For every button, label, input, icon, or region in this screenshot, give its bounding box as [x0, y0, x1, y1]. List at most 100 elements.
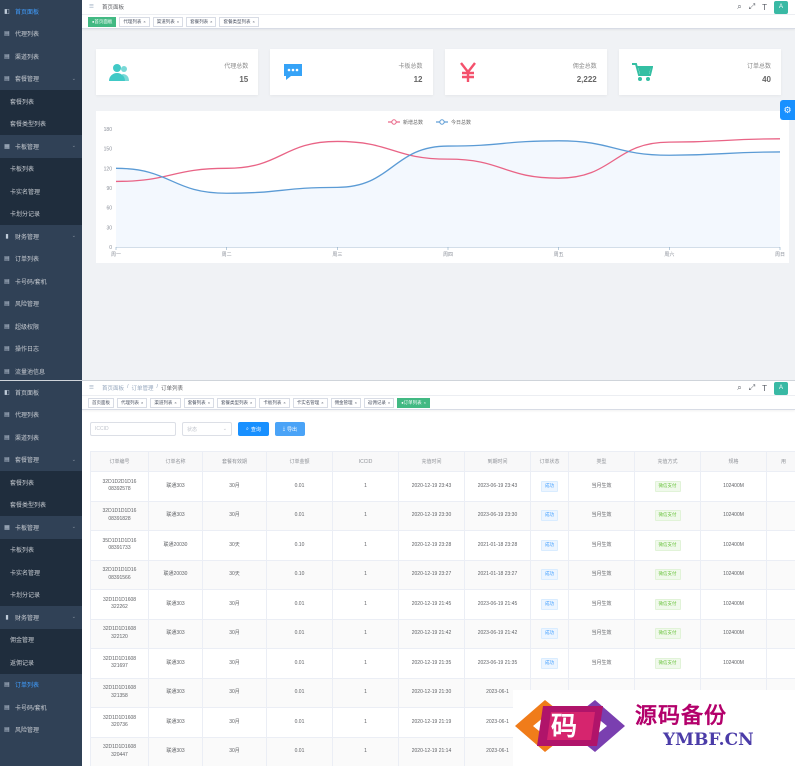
- table-row[interactable]: 35D1D1D1D16 08391733 联通20030 30天 0.10 1 2020-…: [90, 530, 795, 561]
- column-header[interactable]: 规格: [700, 451, 767, 472]
- column-header[interactable]: 套餐有效期: [202, 451, 267, 472]
- tag-view-item[interactable]: 佣金管理 ×: [330, 397, 361, 408]
- sidebar-item-14[interactable]: ▤ 卡号码/套机: [0, 696, 82, 719]
- sidebar-item-7[interactable]: 卡板列表: [0, 157, 82, 180]
- sidebar-item-8[interactable]: 卡实名管理: [0, 561, 82, 584]
- export-button[interactable]: ⤓ 导出: [274, 422, 306, 436]
- tag-view-item[interactable]: 卡实名管理 ×: [292, 397, 328, 408]
- sidebar-item-8[interactable]: 卡实名管理: [0, 180, 82, 203]
- sidebar-item-10[interactable]: ▮ 财务管理 ⌄: [0, 225, 82, 248]
- fullscreen-icon[interactable]: ⤢: [749, 2, 755, 12]
- tag-view-item[interactable]: ● 首页面板: [88, 16, 117, 27]
- tag-view-item[interactable]: 首页面板: [88, 397, 114, 408]
- sidebar-item-11[interactable]: 佣金管理: [0, 628, 82, 651]
- tag-view-item[interactable]: 代理列表 ×: [119, 16, 150, 27]
- table-row[interactable]: 32D1D1D1D16 08391566 联通20030 30天 0.10 1 2020-…: [90, 559, 795, 590]
- close-icon[interactable]: ×: [252, 19, 254, 24]
- sidebar-item-15[interactable]: ▤ 风险管理: [0, 719, 82, 742]
- tag-view-item[interactable]: 套餐列表 ×: [183, 397, 215, 408]
- sidebar-item-0[interactable]: ◧ 首页面板: [0, 381, 82, 404]
- sidebar-item-6[interactable]: ▦ 卡板管理 ⌄: [0, 135, 82, 158]
- sidebar-item-1[interactable]: ▤ 代理列表: [0, 404, 82, 427]
- sidebar-item-13[interactable]: ▤ 订单列表: [0, 674, 82, 697]
- column-header[interactable]: 类型: [568, 451, 635, 472]
- column-header[interactable]: 充值方式: [634, 451, 701, 472]
- close-icon[interactable]: ×: [283, 400, 285, 405]
- close-icon[interactable]: ×: [141, 400, 143, 405]
- tag-view-item[interactable]: 套餐类型列表 ×: [217, 397, 257, 408]
- stat-card[interactable]: 订单总数 40: [618, 49, 781, 95]
- tag-view-item[interactable]: ● 订单列表 ×: [397, 397, 431, 408]
- tag-view-item[interactable]: 代理列表 ×: [117, 397, 148, 408]
- sidebar-item-2[interactable]: ▤ 渠道列表: [0, 45, 82, 68]
- tag-view-item[interactable]: 套餐类型列表 ×: [219, 16, 259, 27]
- sidebar-item-12[interactable]: 返佣记录: [0, 651, 82, 674]
- close-icon[interactable]: ×: [355, 400, 357, 405]
- close-icon[interactable]: ×: [143, 19, 145, 24]
- avatar[interactable]: A: [774, 0, 788, 14]
- breadcrumb-item[interactable]: 首页面板: [102, 384, 124, 392]
- sidebar-item-11[interactable]: ▤ 订单列表: [0, 248, 82, 271]
- sidebar-item-9[interactable]: 卡划分记录: [0, 202, 82, 225]
- close-icon[interactable]: ×: [424, 400, 426, 405]
- close-icon[interactable]: ×: [321, 400, 323, 405]
- sidebar-item-13[interactable]: ▤ 风险管理: [0, 293, 82, 316]
- tag-view-item[interactable]: 套餐列表 ×: [186, 16, 217, 27]
- table-row[interactable]: 32D1D1D1608 322120 联通303 30月 0.01 1 2020-12-1…: [90, 618, 795, 649]
- search-icon[interactable]: ⌕: [737, 383, 741, 393]
- status-select[interactable]: 状态 ⌄: [182, 422, 232, 436]
- fullscreen-icon[interactable]: ⤢: [749, 383, 755, 393]
- column-header[interactable]: 订单编号: [90, 451, 149, 472]
- sidebar-item-12[interactable]: ▤ 卡号码/套机: [0, 270, 82, 293]
- avatar[interactable]: A: [774, 381, 788, 395]
- search-icon[interactable]: ⌕: [737, 2, 741, 12]
- sidebar-item-14[interactable]: ▤ 超级权限: [0, 315, 82, 338]
- stat-card[interactable]: 代理总数 15: [96, 49, 259, 95]
- sidebar-item-16[interactable]: ▤ 流量池信息: [0, 360, 82, 380]
- sidebar-item-7[interactable]: 卡板列表: [0, 538, 82, 561]
- column-header[interactable]: 到期时间: [464, 451, 531, 472]
- column-header[interactable]: 订单金额: [266, 451, 333, 472]
- hamburger-icon[interactable]: ☰: [89, 385, 94, 391]
- iccid-input[interactable]: ICCID: [90, 422, 176, 436]
- column-header[interactable]: 订单状态: [530, 451, 569, 472]
- close-icon[interactable]: ×: [250, 400, 252, 405]
- sidebar-item-0[interactable]: ◧ 首页面板: [0, 0, 82, 23]
- close-icon[interactable]: ×: [208, 400, 210, 405]
- close-icon[interactable]: ×: [388, 400, 390, 405]
- sidebar-item-3[interactable]: ▤ 套餐管理 ⌄: [0, 449, 82, 472]
- tag-view-item[interactable]: 渠道列表 ×: [150, 397, 181, 408]
- sidebar-item-5[interactable]: 套餐类型列表: [0, 112, 82, 135]
- sidebar-item-9[interactable]: 卡划分记录: [0, 583, 82, 606]
- table-row[interactable]: 32D1D1D1608 321697 联通303 30月 0.01 1 2020-12-1…: [90, 648, 795, 679]
- tag-view-item[interactable]: 渠道列表 ×: [152, 16, 184, 27]
- hamburger-icon[interactable]: ☰: [89, 4, 94, 10]
- sidebar-item-5[interactable]: 套餐类型列表: [0, 493, 82, 516]
- settings-gear-icon[interactable]: ⚙: [780, 100, 795, 120]
- search-button[interactable]: ⌕ 查询: [238, 422, 269, 436]
- sidebar-item-1[interactable]: ▤ 代理列表: [0, 23, 82, 46]
- close-icon[interactable]: ×: [177, 19, 179, 24]
- stat-card[interactable]: 卡板总数 12: [270, 49, 433, 95]
- breadcrumb-item[interactable]: 订单管理: [131, 384, 153, 392]
- close-icon[interactable]: ×: [174, 400, 176, 405]
- table-row[interactable]: 32D1D1D1608 322262 联通303 30月 0.01 1 2020-12-1…: [90, 589, 795, 620]
- sidebar-item-15[interactable]: ▤ 操作日志: [0, 338, 82, 361]
- sidebar-item-4[interactable]: 套餐列表: [0, 471, 82, 494]
- sidebar-item-2[interactable]: ▤ 渠道列表: [0, 426, 82, 449]
- column-header[interactable]: 充值时间: [398, 451, 465, 472]
- sidebar-item-6[interactable]: ▦ 卡板管理 ⌄: [0, 516, 82, 539]
- stat-card[interactable]: 佣金总数 2,222: [444, 49, 607, 95]
- column-header[interactable]: 用: [766, 451, 795, 472]
- sidebar-item-4[interactable]: 套餐列表: [0, 90, 82, 113]
- tag-view-item[interactable]: 返佣记录 ×: [363, 397, 395, 408]
- sidebar-item-10[interactable]: ▮ 财务管理 ⌄: [0, 606, 82, 629]
- close-icon[interactable]: ×: [210, 19, 212, 24]
- table-row[interactable]: 32D1D2D1D16 08392578 联通303 30月 0.01 1 2020-12…: [90, 471, 795, 502]
- font-size-icon[interactable]: T: [762, 3, 767, 12]
- tag-view-item[interactable]: 卡板列表 ×: [259, 397, 290, 408]
- column-header[interactable]: ICCID: [332, 451, 399, 472]
- column-header[interactable]: 订单名称: [148, 451, 203, 472]
- sidebar-item-3[interactable]: ▤ 套餐管理 ⌄: [0, 68, 82, 91]
- font-size-icon[interactable]: T: [762, 384, 767, 393]
